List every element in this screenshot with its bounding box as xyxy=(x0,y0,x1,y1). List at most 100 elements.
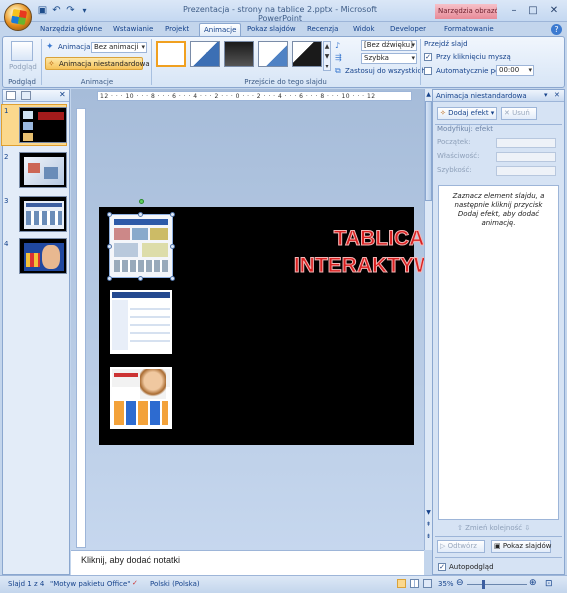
preview-icon[interactable] xyxy=(11,41,33,61)
slide-thumb-1[interactable] xyxy=(19,107,67,143)
office-button[interactable] xyxy=(4,3,32,31)
qat-customize-icon[interactable]: ▾ xyxy=(78,4,91,17)
language-indicator[interactable]: Polski (Polska) xyxy=(150,580,200,588)
save-icon[interactable]: ▣ xyxy=(36,4,49,17)
zoom-in-icon[interactable]: ⊕ xyxy=(529,578,537,588)
vertical-scrollbar[interactable]: ▲ ▼ ⇞ ⇟ xyxy=(424,89,432,550)
play-button[interactable]: ▷ Odtwórz xyxy=(437,540,485,553)
on-click-checkbox[interactable]: ✓ xyxy=(424,53,432,61)
tab-animations[interactable]: Animacje xyxy=(199,23,242,36)
tab-view[interactable]: Widok xyxy=(349,23,379,36)
divider xyxy=(151,39,152,85)
normal-view-icon[interactable] xyxy=(397,579,406,588)
fit-to-window-icon[interactable]: ⊡ xyxy=(545,579,553,589)
animation-list[interactable]: Zaznacz element slajdu, a następnie klik… xyxy=(438,185,559,520)
transition-cut-thumb[interactable] xyxy=(258,41,288,67)
minimize-button[interactable]: – xyxy=(505,3,523,18)
resize-handle[interactable] xyxy=(170,212,175,217)
spelling-icon[interactable]: ✓ xyxy=(132,579,138,587)
pane-close-icon[interactable]: ✕ xyxy=(554,91,560,99)
custom-animation-label: Animacja niestandardowa xyxy=(59,60,150,68)
property-dropdown[interactable] xyxy=(496,152,556,162)
remove-button[interactable]: ✕ Usuń xyxy=(501,107,537,120)
custom-animation-button[interactable]: ✧ Animacja niestandardowa xyxy=(45,57,150,70)
theme-name: "Motyw pakietu Office" xyxy=(50,580,131,588)
zoom-slider-thumb[interactable] xyxy=(482,580,485,589)
add-effect-icon: ✧ xyxy=(440,109,446,117)
slideshow-view-icon[interactable] xyxy=(423,579,432,588)
scroll-down-icon[interactable]: ▼ xyxy=(425,509,432,516)
close-panel-icon[interactable]: ✕ xyxy=(59,90,66,99)
autopreview-checkbox[interactable]: ✓ xyxy=(438,563,446,571)
resize-handle[interactable] xyxy=(107,212,112,217)
tab-developer[interactable]: Developer xyxy=(386,23,430,36)
tab-home[interactable]: Narzędzia główne xyxy=(36,23,106,36)
undo-icon[interactable]: ↶ xyxy=(50,4,63,17)
slide-thumb-4[interactable] xyxy=(19,238,67,274)
slides-tab-icon[interactable] xyxy=(6,91,16,100)
transition-cut-black-thumb[interactable] xyxy=(292,41,322,67)
slide-canvas[interactable]: TABLICA INTERAKTYWNA xyxy=(99,207,465,445)
close-button[interactable]: ✕ xyxy=(545,3,563,18)
help-icon[interactable]: ? xyxy=(551,24,562,35)
advance-slide-title: Przejdź slajd xyxy=(424,40,468,48)
slide-picture-3[interactable] xyxy=(110,367,172,429)
resize-handle[interactable] xyxy=(170,276,175,281)
notes-pane[interactable]: Kliknij, aby dodać notatki xyxy=(71,550,424,575)
resize-handle[interactable] xyxy=(138,276,143,281)
outline-tab-icon[interactable] xyxy=(21,91,31,100)
scroll-up-icon[interactable]: ▲ xyxy=(425,91,432,98)
resize-handle[interactable] xyxy=(138,212,143,217)
speed-dropdown-pane[interactable] xyxy=(496,166,556,176)
start-dropdown[interactable] xyxy=(496,138,556,148)
slide-number: 3 xyxy=(4,197,9,205)
maximize-button[interactable]: □ xyxy=(524,3,542,18)
group-preview-label: Podgląd xyxy=(8,78,36,86)
rotate-handle[interactable] xyxy=(139,199,144,204)
tab-insert[interactable]: Wstawianie xyxy=(109,23,157,36)
scroll-thumb[interactable] xyxy=(425,101,432,201)
group-animations-label: Animacje xyxy=(80,78,114,86)
slide-thumb-2[interactable] xyxy=(19,152,67,188)
reorder-control[interactable]: ⇧ Zmień kolejność ⇩ xyxy=(457,524,530,532)
tab-format[interactable]: Formatowanie xyxy=(440,23,498,36)
auto-advance-checkbox[interactable] xyxy=(424,67,432,75)
transition-fade-thumb[interactable] xyxy=(190,41,220,67)
slides-panel-tabs: ✕ xyxy=(3,90,69,102)
tab-review[interactable]: Recenzja xyxy=(303,23,342,36)
resize-handle[interactable] xyxy=(107,276,112,281)
resize-handle[interactable] xyxy=(170,244,175,249)
slideshow-button[interactable]: ▣ Pokaz slajdów xyxy=(491,540,552,553)
sound-dropdown[interactable]: [Bez dźwięku] xyxy=(361,40,417,51)
animate-dropdown[interactable]: Bez animacji xyxy=(91,42,147,53)
tab-design[interactable]: Projekt xyxy=(161,23,193,36)
next-slide-icon[interactable]: ⇟ xyxy=(425,533,432,540)
speed-dropdown[interactable]: Szybka xyxy=(361,53,417,64)
transition-fade-black-thumb[interactable] xyxy=(224,41,254,67)
slide-number: 4 xyxy=(4,240,9,248)
gallery-scroll[interactable]: ▲ ▼ ▾ xyxy=(323,41,331,71)
ribbon: Podgląd Podgląd ✦ Animacja: Bez animacji… xyxy=(2,36,565,88)
redo-icon[interactable]: ↷ xyxy=(64,4,77,17)
divider xyxy=(41,39,42,85)
resize-handle[interactable] xyxy=(107,244,112,249)
slide-thumb-3[interactable] xyxy=(19,196,67,232)
tab-slideshow[interactable]: Pokaz slajdów xyxy=(243,23,300,36)
animate-label: Animacja: xyxy=(58,43,93,51)
transition-none-thumb[interactable] xyxy=(156,41,186,67)
apply-all-button[interactable]: Zastosuj do wszystkich xyxy=(345,67,426,75)
zoom-slider[interactable] xyxy=(467,584,527,585)
remove-icon: ✕ xyxy=(504,109,510,117)
prev-slide-icon[interactable]: ⇞ xyxy=(425,521,432,528)
add-effect-button[interactable]: ✧ Dodaj efekt ▾ xyxy=(437,107,497,120)
pane-menu-icon[interactable]: ▾ xyxy=(544,91,548,99)
office-logo-icon xyxy=(10,8,28,26)
slide-sorter-icon[interactable] xyxy=(410,579,419,588)
auto-advance-time[interactable]: 00:00 xyxy=(496,65,534,76)
window-title: Prezentacja - strony na tablice 2.pptx -… xyxy=(182,5,378,23)
zoom-level[interactable]: 35% xyxy=(438,580,454,588)
property-label: Właściwość: xyxy=(437,152,480,160)
preview-button-label[interactable]: Podgląd xyxy=(9,63,37,71)
slide-picture-2[interactable] xyxy=(110,290,172,354)
zoom-out-icon[interactable]: ⊖ xyxy=(456,578,464,588)
